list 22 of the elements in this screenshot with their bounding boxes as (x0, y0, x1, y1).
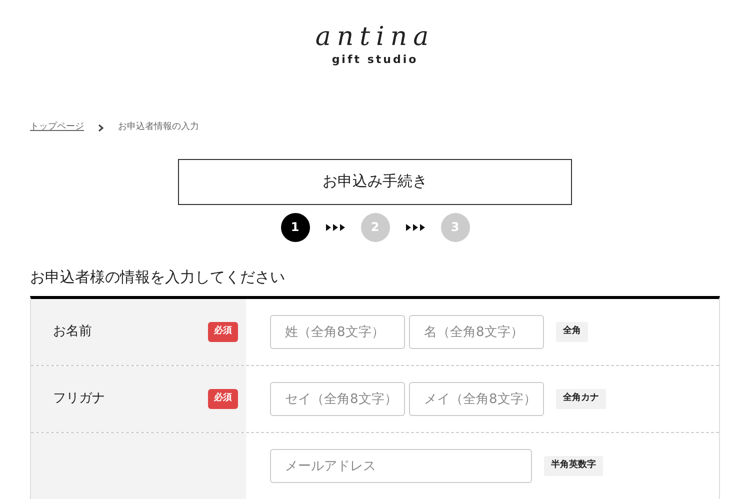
input-type-tag: 全角カナ (556, 389, 606, 409)
breadcrumb-current: お申込者情報の入力 (118, 121, 199, 134)
text-field[interactable]: 名（全角8文字） (409, 315, 544, 349)
input-type-tag: 半角英数字 (544, 456, 603, 476)
procedure-title: お申込み手続き (178, 158, 572, 204)
text-field[interactable]: メールアドレス (270, 449, 532, 483)
input-type-tag: 全角 (556, 322, 588, 342)
breadcrumb-link[interactable]: トップページ (30, 121, 84, 134)
text-field[interactable]: 姓（全角8文字） (270, 315, 405, 349)
field-label: お名前 (53, 323, 92, 342)
field-label: フリガナ (53, 390, 105, 408)
arrows-icon (406, 224, 424, 230)
required-tag: 必須 (208, 389, 238, 409)
chevron-icon (98, 124, 104, 132)
required-tag: 必須 (208, 322, 238, 342)
step-indicator: 1 (280, 212, 310, 242)
arrows-icon (326, 224, 344, 230)
section-heading: お申込者様の情報を入力してください (30, 266, 286, 288)
logo-name: antina (315, 24, 435, 50)
text-field[interactable]: メイ（全角8文字） (409, 382, 544, 416)
text-field[interactable]: セイ（全角8文字） (270, 382, 405, 416)
logo-tagline: gift studio (332, 54, 418, 65)
